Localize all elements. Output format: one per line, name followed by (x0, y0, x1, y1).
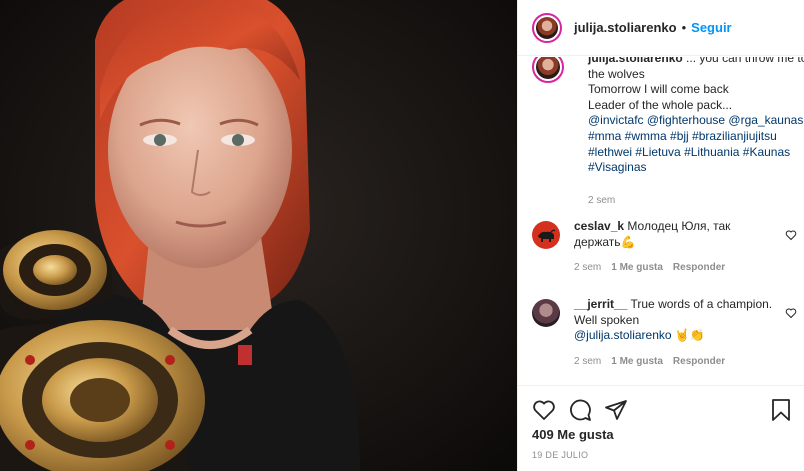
caption-tags[interactable]: #lethwei #Lietuva #Lithuania #Kaunas (588, 145, 790, 159)
caption-tags[interactable]: #Visaginas (588, 160, 647, 174)
caption-username[interactable]: julija.stoliarenko (588, 57, 683, 65)
profile-avatar[interactable] (532, 12, 562, 43)
comment-like-heart-icon[interactable] (785, 307, 797, 319)
comment-avatar[interactable] (532, 299, 560, 327)
caption-line: Leader of the whole pack... (588, 97, 733, 112)
caption-tags[interactable]: #mma #wmma #bjj #brazilianjiujitsu (588, 129, 777, 143)
bull-icon (538, 229, 556, 242)
comment-body: ceslav_k Молодец Юля, так держать💪 2 sem… (574, 219, 780, 276)
post-photo[interactable] (0, 0, 517, 471)
share-icon[interactable] (604, 398, 628, 422)
comment-meta: 2 sem 1 Me gusta Responder (574, 354, 780, 370)
comment-emoji: 💪 (620, 234, 636, 249)
comment-avatar[interactable] (532, 221, 560, 249)
instagram-post-view: julija.stoliarenko • Seguir julija.stoli… (0, 0, 804, 471)
comment-emoji: 🤘👏 (674, 328, 705, 343)
caption-meta: 2 sem (588, 193, 804, 209)
comment-time[interactable]: 2 sem (574, 260, 601, 276)
comment-time[interactable]: 2 sem (574, 354, 601, 370)
reply-button[interactable]: Responder (673, 260, 725, 276)
comment-item: ceslav_k Молодец Юля, так держать💪 2 sem… (532, 219, 804, 276)
post-caption: julija.stoliarenko ... you can throw me … (532, 57, 804, 208)
post-date[interactable]: 19 DE JULIO (532, 450, 588, 460)
comment-like-heart-icon[interactable] (785, 229, 797, 241)
comment-likes[interactable]: 1 Me gusta (611, 260, 663, 276)
comment-mention[interactable]: @julija.stoliarenko (574, 328, 672, 342)
comment-username[interactable]: ceslav_k (574, 219, 624, 233)
comment-meta: 2 sem 1 Me gusta Responder (574, 260, 780, 276)
header-username[interactable]: julija.stoliarenko (574, 20, 677, 35)
comment-icon[interactable] (568, 398, 592, 422)
follow-button[interactable]: Seguir (691, 20, 731, 35)
post-actions: 409 Me gusta 19 DE JULIO (518, 385, 804, 471)
comment-likes[interactable]: 1 Me gusta (611, 354, 663, 370)
caption-time[interactable]: 2 sem (588, 193, 615, 209)
action-icons (532, 398, 628, 422)
bookmark-icon[interactable] (769, 398, 793, 422)
caption-text: julija.stoliarenko ... you can throw me … (588, 57, 804, 208)
bookmark-button[interactable] (769, 398, 793, 422)
comments-list[interactable]: julija.stoliarenko ... you can throw me … (518, 57, 804, 385)
comment-body: __jerrit__ True words of a champion. Wel… (574, 297, 780, 369)
fighter-portrait-image (0, 0, 517, 471)
heart-icon[interactable] (532, 398, 556, 422)
reply-button[interactable]: Responder (673, 354, 725, 370)
caption-avatar[interactable] (532, 57, 564, 83)
comment-item: __jerrit__ True words of a champion. Wel… (532, 297, 804, 369)
caption-tags[interactable]: @invictafc @fighterhouse @rga_kaunas (588, 113, 803, 127)
post-header: julija.stoliarenko • Seguir (518, 0, 804, 56)
likes-count[interactable]: 409 Me gusta (532, 427, 614, 442)
separator-dot: • (681, 20, 687, 35)
caption-line: Tomorrow I will come back (588, 82, 729, 97)
post-side-panel: julija.stoliarenko • Seguir julija.stoli… (517, 0, 804, 471)
comment-username[interactable]: __jerrit__ (574, 297, 627, 311)
